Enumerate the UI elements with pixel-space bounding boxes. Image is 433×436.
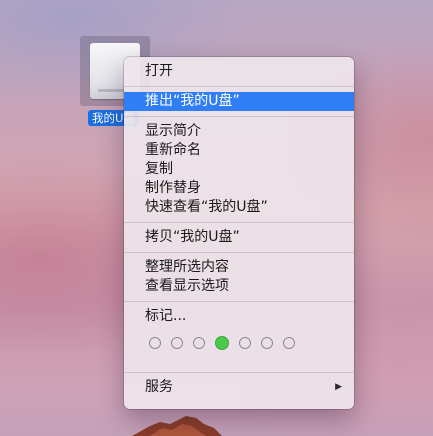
menu-item-eject[interactable]: 推出“我的U盘” <box>124 92 354 111</box>
menu-item-duplicate[interactable]: 复制 <box>124 160 354 179</box>
menu-item-clean-up[interactable]: 整理所选内容 <box>124 258 354 277</box>
menu-item-rename[interactable]: 重新命名 <box>124 141 354 160</box>
tag-color-empty-1-icon[interactable] <box>171 337 183 349</box>
menu-item-tags[interactable]: 标记... <box>124 307 354 326</box>
tag-color-empty-5-icon[interactable] <box>261 337 273 349</box>
menu-separator <box>124 301 354 302</box>
menu-item-view-options[interactable]: 查看显示选项 <box>124 277 354 296</box>
menu-separator <box>124 222 354 223</box>
tag-color-empty-4-icon[interactable] <box>239 337 251 349</box>
menu-item-services[interactable]: 服务 ▶ <box>124 378 354 397</box>
tag-color-empty-0-icon[interactable] <box>149 337 161 349</box>
menu-item-open[interactable]: 打开 <box>124 61 354 81</box>
menu-separator <box>124 252 354 253</box>
menu-separator <box>124 116 354 117</box>
tag-color-empty-6-icon[interactable] <box>283 337 295 349</box>
menu-item-make-alias[interactable]: 制作替身 <box>124 179 354 198</box>
menu-separator <box>124 86 354 87</box>
menu-item-copy[interactable]: 拷贝“我的U盘” <box>124 228 354 247</box>
services-label: 服务 <box>145 379 173 395</box>
menu-item-get-info[interactable]: 显示简介 <box>124 122 354 141</box>
submenu-arrow-icon: ▶ <box>335 382 342 392</box>
menu-item-quick-look[interactable]: 快速查看“我的U盘” <box>124 198 354 217</box>
menu-separator <box>124 372 354 373</box>
tag-color-row <box>124 326 354 360</box>
context-menu: 打开 推出“我的U盘” 显示简介 重新命名 复制 制作替身 快速查看“我的U盘”… <box>124 57 354 409</box>
tag-color-empty-2-icon[interactable] <box>193 337 205 349</box>
tag-color-green-icon[interactable] <box>215 336 229 350</box>
